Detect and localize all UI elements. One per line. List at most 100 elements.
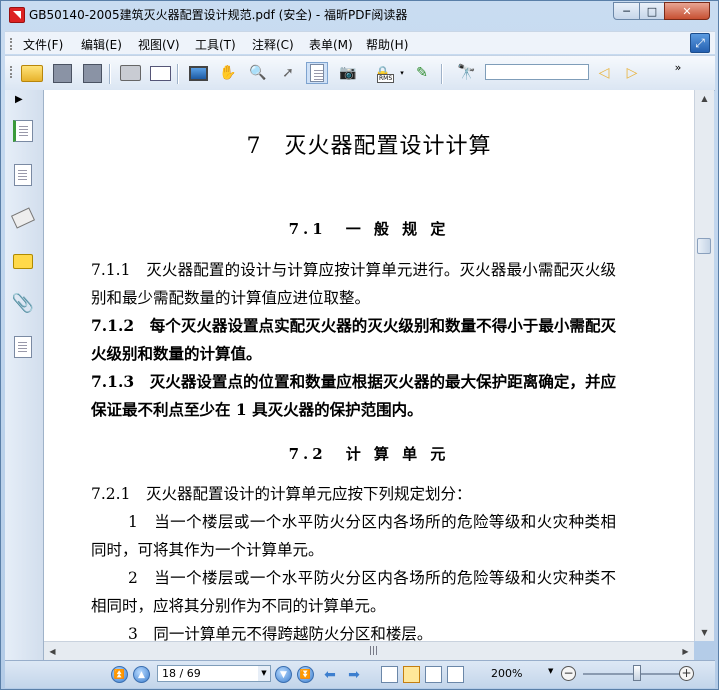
sign-button[interactable]: ✎ — [411, 62, 433, 84]
camera-icon: 📷 — [339, 65, 357, 81]
binoculars-icon[interactable]: 🔭 — [457, 63, 479, 81]
layers-button[interactable] — [10, 205, 36, 231]
attachments-button[interactable]: 📎 — [11, 290, 35, 316]
hand-tool-button[interactable]: ✋ — [217, 62, 239, 84]
search-input[interactable] — [485, 64, 589, 80]
menu-comments[interactable]: 注释(C) — [252, 36, 294, 53]
zoom-out-button[interactable]: − — [561, 666, 576, 681]
page-indicator: 18 / 69 — [162, 667, 201, 680]
continuous-facing-view-button[interactable] — [447, 666, 464, 683]
toolbar-separator — [109, 64, 111, 84]
menu-tools[interactable]: 工具(T) — [195, 36, 236, 53]
window-title: GB50140-2005建筑灭火器配置设计规范.pdf (安全) - 福昕PDF… — [29, 8, 408, 22]
title-bar[interactable]: GB50140-2005建筑灭火器配置设计规范.pdf (安全) - 福昕PDF… — [1, 1, 718, 29]
go-back-button[interactable]: ⬅ — [321, 666, 339, 683]
find-previous-button[interactable]: ◁ — [593, 62, 615, 84]
print-button[interactable] — [119, 62, 141, 84]
facing-view-button[interactable] — [425, 666, 442, 683]
snapshot-button[interactable]: 📷 — [337, 62, 359, 84]
zoom-dropdown-icon[interactable]: ▼ — [548, 667, 553, 675]
horizontal-scrollbar[interactable]: ◀ ||| ▶ — [44, 641, 694, 660]
rms-button[interactable]: 🔒 RMS — [369, 62, 397, 84]
cursor-icon: ➚ — [282, 65, 294, 81]
menu-help[interactable]: 帮助(H) — [366, 36, 408, 53]
previous-page-button[interactable]: ▲ — [133, 666, 150, 683]
open-button[interactable] — [21, 62, 43, 84]
save-button[interactable] — [51, 62, 73, 84]
continuous-view-button[interactable] — [403, 666, 420, 683]
pen-icon: ✎ — [416, 65, 428, 81]
signature-icon — [14, 336, 32, 358]
comments-button[interactable] — [11, 248, 35, 274]
select-tool-button[interactable]: ➚ — [277, 62, 299, 84]
menu-bar: 文件(F) 编辑(E) 视图(V) 工具(T) 注释(C) 表单(M) 帮助(H… — [5, 31, 715, 54]
scroll-left-icon[interactable]: ◀ — [44, 642, 61, 660]
folder-icon — [21, 64, 43, 82]
toolbar-separator — [177, 64, 179, 84]
rms-dropdown[interactable]: ▾ — [397, 62, 407, 84]
menu-file[interactable]: 文件(F) — [23, 36, 63, 53]
mail-icon — [149, 65, 171, 81]
layers-icon — [10, 207, 36, 229]
section-heading-7-1: 7.1 一 般 规 定 — [288, 220, 450, 238]
zoom-level[interactable]: 200% — [491, 667, 522, 680]
status-bar: ⏫ ▲ 18 / 69 ▼ ▼ ⏬ ⬅ ➡ 200% ▼ − + — [5, 660, 715, 688]
panel-expand-toggle[interactable]: ▶ — [15, 94, 23, 105]
single-page-view-button[interactable] — [381, 666, 398, 683]
fullscreen-button[interactable] — [187, 62, 209, 84]
find-next-button[interactable]: ▷ — [621, 62, 643, 84]
vertical-scroll-thumb[interactable] — [697, 238, 711, 254]
minimize-button[interactable]: ─ — [613, 2, 640, 20]
page-number-field[interactable]: 18 / 69 ▼ — [157, 665, 271, 682]
save-icon — [52, 63, 72, 83]
hand-icon: ✋ — [219, 65, 237, 81]
chevron-down-icon[interactable]: ▼ — [258, 666, 270, 681]
app-window: GB50140-2005建筑灭火器配置设计规范.pdf (安全) - 福昕PDF… — [0, 0, 719, 690]
main-toolbar: ✋ 🔍 ➚ 📷 🔒 RMS ▾ ✎ 🔭 ◁ ▷ » — [5, 55, 715, 91]
clause-7-2-1-item-3: 3 同一计算单元不得跨越防火分区和楼层。 — [128, 625, 433, 641]
save-as-button[interactable] — [81, 62, 103, 84]
comment-icon — [13, 253, 33, 269]
menubar-grip — [10, 38, 14, 50]
zoom-tool-button[interactable]: 🔍 — [247, 62, 269, 84]
toolbar-grip — [10, 66, 14, 78]
toolbar-overflow-button[interactable]: » — [667, 56, 689, 78]
vertical-scrollbar[interactable]: ▲ ▼ — [694, 90, 714, 641]
go-forward-button[interactable]: ➡ — [345, 666, 363, 683]
clause-7-1-3: 7.1.3 灭火器设置点的位置和数量应根据灭火器的最大保护距离确定，并应保证最不… — [91, 372, 616, 419]
section-heading-7-2: 7.2 计 算 单 元 — [288, 445, 450, 463]
clause-7-2-1: 7.2.1 灭火器配置设计的计算单元应按下列规定划分： — [91, 485, 472, 503]
paperclip-icon: 📎 — [11, 292, 35, 314]
scroll-right-icon[interactable]: ▶ — [677, 642, 694, 660]
zoom-in-button[interactable]: + — [679, 666, 694, 681]
menu-view[interactable]: 视图(V) — [138, 36, 180, 53]
last-page-button[interactable]: ⏬ — [297, 666, 314, 683]
scroll-down-icon[interactable]: ▼ — [695, 624, 714, 641]
restore-layout-icon[interactable]: ⤢ — [690, 33, 710, 53]
clause-7-2-1-item-2: 2 当一个楼层或一个水平防火分区内各场所的危险等级和火灾种类不相同时，应将其分别… — [91, 569, 616, 615]
pdf-app-icon — [9, 7, 25, 23]
menu-edit[interactable]: 编辑(E) — [81, 36, 122, 53]
close-button[interactable]: ✕ — [664, 2, 710, 20]
first-page-button[interactable]: ⏫ — [111, 666, 128, 683]
previous-arrow-icon: ◁ — [598, 65, 610, 81]
signatures-button[interactable] — [11, 334, 35, 360]
rms-label: RMS — [377, 74, 395, 83]
magnifier-icon: 🔍 — [249, 65, 267, 81]
toolbar-separator — [441, 64, 443, 84]
document-view[interactable]: 7 灭火器配置设计计算 7.1 一 般 规 定 7.1.1 灭火器配置的设计与计… — [44, 90, 694, 641]
maximize-button[interactable]: □ — [639, 2, 665, 20]
zoom-slider-thumb[interactable] — [633, 665, 641, 681]
scroll-up-icon[interactable]: ▲ — [695, 90, 714, 107]
text-select-icon — [310, 64, 324, 82]
horizontal-scroll-thumb[interactable]: ||| — [369, 646, 378, 656]
next-page-button[interactable]: ▼ — [275, 666, 292, 683]
navigation-panel: ▶ 📎 — [5, 90, 44, 660]
text-select-button[interactable] — [306, 62, 328, 84]
menu-forms[interactable]: 表单(M) — [309, 36, 353, 53]
bookmarks-button[interactable] — [11, 118, 35, 144]
pages-button[interactable] — [11, 162, 35, 188]
email-button[interactable] — [149, 62, 171, 84]
clause-7-1-2: 7.1.2 每个灭火器设置点实配灭火器的灭火级别和数量不得小于最小需配灭火级别和… — [91, 316, 616, 363]
next-arrow-icon: ▷ — [626, 65, 638, 81]
